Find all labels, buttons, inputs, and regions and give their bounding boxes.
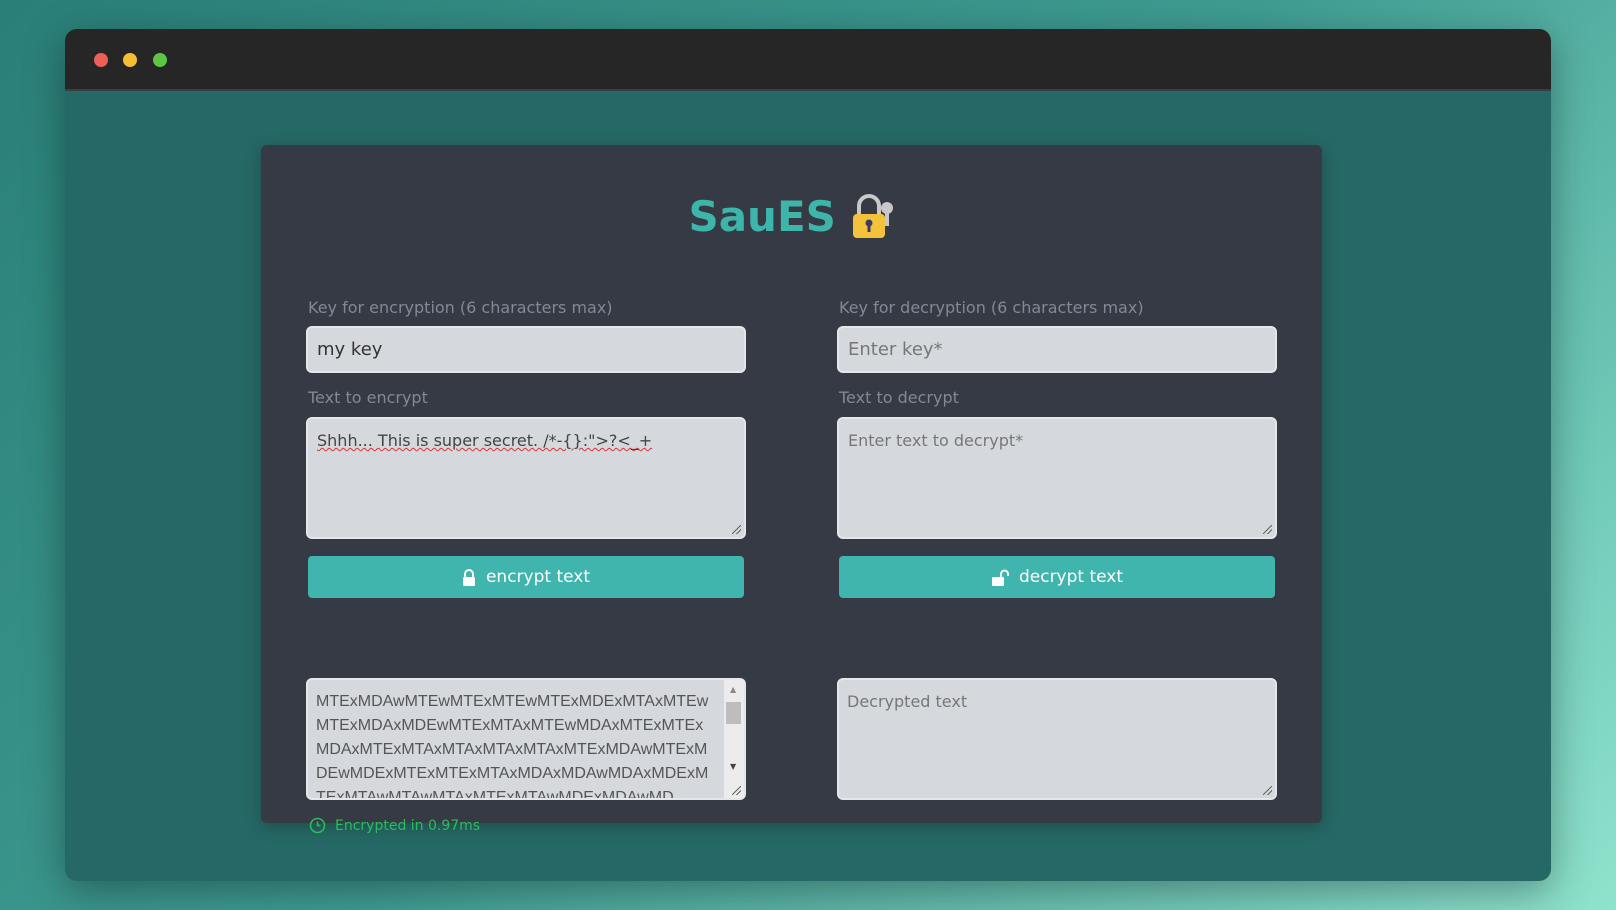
encrypt-column: Key for encryption (6 characters max) my… — [306, 298, 746, 598]
unlock-icon — [991, 569, 1009, 586]
decrypt-key-label: Key for decryption (6 characters max) — [839, 298, 1144, 317]
decrypted-output[interactable]: Decrypted text — [837, 678, 1277, 800]
resize-handle[interactable] — [732, 786, 741, 795]
encrypt-text-input[interactable]: Shhh... This is super secret. /*-{}:">?<… — [306, 417, 746, 539]
encrypt-button[interactable]: encrypt text — [308, 556, 744, 598]
decrypt-column: Key for decryption (6 characters max) En… — [837, 298, 1277, 598]
close-window-button[interactable] — [94, 53, 108, 67]
resize-handle[interactable] — [1263, 525, 1272, 534]
decrypt-button-label: decrypt text — [1018, 567, 1124, 587]
encryption-status: Encrypted in 0.97ms — [309, 817, 480, 834]
app-title: SauES — [688, 192, 836, 241]
scroll-down-icon[interactable]: ▼ — [730, 762, 736, 771]
encrypted-output-text: MTExMDAwMTEwMTExMTEwMTExMDExMTAxMTEwMTEx… — [316, 693, 709, 798]
encrypt-text-value: Shhh... This is super secret. /*-{}:">?<… — [317, 431, 653, 450]
clock-icon — [309, 817, 326, 834]
decrypt-key-input[interactable]: Enter key* — [837, 326, 1277, 373]
decrypt-text-label: Text to decrypt — [839, 388, 959, 407]
resize-handle[interactable] — [732, 525, 741, 534]
maximize-window-button[interactable] — [153, 53, 167, 67]
encryption-status-text: Encrypted in 0.97ms — [335, 817, 481, 834]
app-header: SauES — [261, 189, 1322, 241]
scroll-up-icon[interactable]: ▲ — [730, 685, 736, 694]
title-bar — [65, 29, 1551, 91]
lock-icon — [462, 568, 475, 586]
encrypt-key-input[interactable]: my key — [306, 326, 746, 373]
decrypt-button[interactable]: decrypt text — [839, 556, 1275, 598]
decrypted-output-placeholder: Decrypted text — [847, 692, 968, 711]
scrollbar-thumb[interactable] — [726, 702, 741, 724]
resize-handle[interactable] — [1263, 786, 1272, 795]
browser-window: SauES Key for encryption (6 characters m… — [65, 29, 1551, 881]
lock-with-key-icon — [852, 193, 893, 238]
decrypt-text-input[interactable]: Enter text to decrypt* — [837, 417, 1277, 539]
encrypt-text-label: Text to encrypt — [308, 388, 428, 407]
encrypt-key-label: Key for encryption (6 characters max) — [308, 298, 613, 317]
encrypt-button-label: encrypt text — [485, 567, 591, 587]
app-card: SauES Key for encryption (6 characters m… — [261, 145, 1322, 834]
scrollbar[interactable]: ▲ ▼ — [724, 680, 744, 798]
encrypted-output[interactable]: MTExMDAwMTEwMTExMTEwMTExMDExMTAxMTEwMTEx… — [306, 678, 746, 800]
decrypt-text-placeholder: Enter text to decrypt* — [848, 431, 1024, 450]
minimize-window-button[interactable] — [123, 53, 137, 67]
